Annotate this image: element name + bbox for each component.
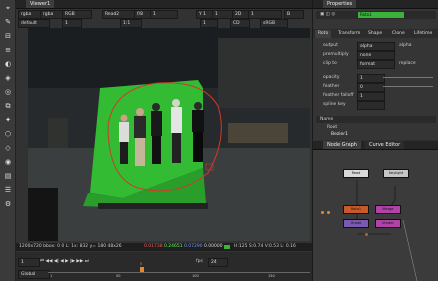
colorspace-dropdown[interactable]: RGB <box>62 10 92 19</box>
node-read[interactable]: Read <box>343 169 369 178</box>
node-graph-tabbar: Node Graph Curve Editor <box>313 141 438 150</box>
3d-icon[interactable]: ◇ <box>3 144 13 152</box>
tab-shape[interactable]: Shape <box>365 30 385 38</box>
info-hsv: H:125 S:0.74 V:0.53 L: 0.16 <box>234 244 296 249</box>
node-dot[interactable] <box>365 233 368 236</box>
node-connections <box>356 180 418 281</box>
properties-tabbar: Properties <box>313 0 438 9</box>
views-icon[interactable]: ◉ <box>3 158 13 166</box>
greenscreen-photo <box>28 28 310 241</box>
gain-field[interactable]: 1 <box>150 10 178 19</box>
proxy-dropdown[interactable]: 1:1 <box>120 19 142 28</box>
node-keylight[interactable]: Keylight <box>383 169 409 178</box>
info-b-value: 0.07290 <box>184 244 203 249</box>
properties-tools[interactable]: ▣ ◫ ◎ <box>320 11 335 18</box>
output-label: output <box>323 43 338 48</box>
tools-toolbar: ⌖ ✎ ⊟ ≡ ◐ ◈ ◎ ⧉ ✦ ⬡ ◇ ◉ ▤ ☰ ⚙ <box>0 0 16 281</box>
tab-viewer[interactable]: Viewer1 <box>26 0 55 8</box>
mix-field[interactable]: 1 <box>248 10 282 19</box>
feather-falloff-field[interactable]: 1 <box>357 92 385 101</box>
filter-icon[interactable]: ◎ <box>3 88 13 96</box>
info-bar: 1200x720 bbox: 0 0 L: 1x: 832 y= 180 48x… <box>16 243 312 251</box>
info-g-value: 0.24651 <box>164 244 183 249</box>
frame-field-timeline[interactable]: 1 <box>18 258 40 267</box>
feather-label: feather <box>323 84 340 89</box>
playhead-frame: 5 <box>140 262 143 266</box>
tab-properties[interactable]: Properties <box>323 0 357 8</box>
default-dropdown[interactable]: default <box>18 19 50 28</box>
spline-key-field[interactable] <box>357 101 385 110</box>
node-viewer[interactable]: Viewer <box>375 219 401 228</box>
tab-transform[interactable]: Transform <box>335 30 363 38</box>
premultiply-dropdown[interactable]: none <box>357 51 395 60</box>
info-a-value: 0.00000 <box>204 244 223 249</box>
other-icon[interactable]: ⚙ <box>3 200 13 208</box>
feather-slider[interactable] <box>383 86 433 87</box>
color-icon[interactable]: ◐ <box>3 60 13 68</box>
timeline-bar: 1 ⏮ ◀◀ ◀| ◀ ▶ |▶ ▶▶ ⏭ fps 24 Global 1 50… <box>16 252 312 281</box>
merge-icon[interactable]: ✦ <box>3 116 13 124</box>
replace-checkbox[interactable]: replace <box>399 60 416 67</box>
shape-list-header: Name <box>316 116 436 123</box>
cd-button[interactable]: CD <box>230 19 250 28</box>
toolsets-icon[interactable]: ☰ <box>3 186 13 194</box>
fps-field[interactable]: 24 <box>208 258 228 267</box>
tab-curve-editor[interactable]: Curve Editor <box>365 141 405 149</box>
feather-field[interactable]: 0 <box>357 83 385 92</box>
node-dot[interactable] <box>327 211 330 214</box>
keyer-icon[interactable]: ⧉ <box>3 102 13 110</box>
layers-icon[interactable]: ≡ <box>3 46 13 54</box>
frame-field[interactable]: 1 <box>62 19 82 28</box>
viewer-panel: Viewer1 rgba rgba RGB Read2 f/8 1 Y 1 1 … <box>16 0 312 281</box>
channel-icon[interactable]: ◈ <box>3 74 13 82</box>
opacity-field[interactable]: 1 <box>357 74 385 83</box>
tick-label: 1 <box>50 274 53 278</box>
feather-falloff-label: feather falloff <box>323 93 354 98</box>
metadata-icon[interactable]: ▤ <box>3 172 13 180</box>
node-graph-panel[interactable]: Node Graph Curve Editor Read Keylight Ro… <box>312 141 438 281</box>
properties-toolbar: ▣ ◫ ◎ Roto1 <box>316 11 436 19</box>
input-mode-button[interactable]: B <box>284 10 304 19</box>
draw-icon[interactable]: ⊟ <box>3 32 13 40</box>
tick-label: 150 <box>268 274 275 278</box>
properties-panel: Properties ▣ ◫ ◎ Roto1 Roto Transform Sh… <box>312 0 438 140</box>
node-roto1[interactable]: Roto1 <box>343 205 369 214</box>
opacity-label: opacity <box>323 75 340 80</box>
color-swatch <box>224 245 230 249</box>
tab-clone[interactable]: Clone <box>389 30 408 38</box>
output-colorspace-dropdown[interactable]: sRGB <box>260 19 288 28</box>
output-extra[interactable]: alpha <box>399 42 411 49</box>
info-text: 1200x720 bbox: 0 0 L: 1x: 832 y= 180 48x… <box>19 244 122 249</box>
viewer-tabbar: Viewer1 <box>16 0 312 9</box>
node-grade[interactable]: Grade <box>343 219 369 228</box>
node-name-field[interactable]: Roto1 <box>358 12 404 18</box>
clip-to-dropdown[interactable]: format <box>357 60 395 69</box>
tick-label: 50 <box>116 274 121 278</box>
transform-icon[interactable]: ⬡ <box>3 130 13 138</box>
tab-roto[interactable]: Roto <box>315 30 332 38</box>
info-r-value: 0.01738 <box>144 244 163 249</box>
clip-to-label: clip to <box>323 61 337 66</box>
output-dropdown[interactable]: alpha <box>357 42 395 51</box>
tab-lifetime[interactable]: Lifetime <box>411 30 435 38</box>
input-b-dropdown[interactable]: Read2 <box>102 10 138 19</box>
zoom-label: 1 <box>200 19 218 28</box>
fps-label: fps <box>196 259 203 264</box>
play-mode-dropdown[interactable]: Global <box>18 270 50 279</box>
node-dot[interactable] <box>321 211 324 214</box>
spline-key-label: spline key <box>323 102 346 107</box>
transport-controls[interactable]: ⏮ ◀◀ ◀| ◀ ▶ |▶ ▶▶ ⏭ <box>40 258 89 265</box>
paint-brush-icon[interactable]: ✎ <box>3 18 13 26</box>
node-merge[interactable]: Merge <box>375 205 401 214</box>
pointer-icon[interactable]: ⌖ <box>3 4 13 12</box>
list-item-bezier1[interactable]: Bezier1 <box>331 131 348 138</box>
tick-label: 100 <box>192 274 199 278</box>
premultiply-label: premultiply <box>323 52 349 57</box>
list-item-root[interactable]: Root <box>327 124 337 131</box>
tab-node-graph[interactable]: Node Graph <box>323 141 361 149</box>
viewer-image[interactable] <box>28 28 310 241</box>
opacity-slider[interactable] <box>383 77 433 78</box>
list-header-name: Name <box>320 117 334 122</box>
